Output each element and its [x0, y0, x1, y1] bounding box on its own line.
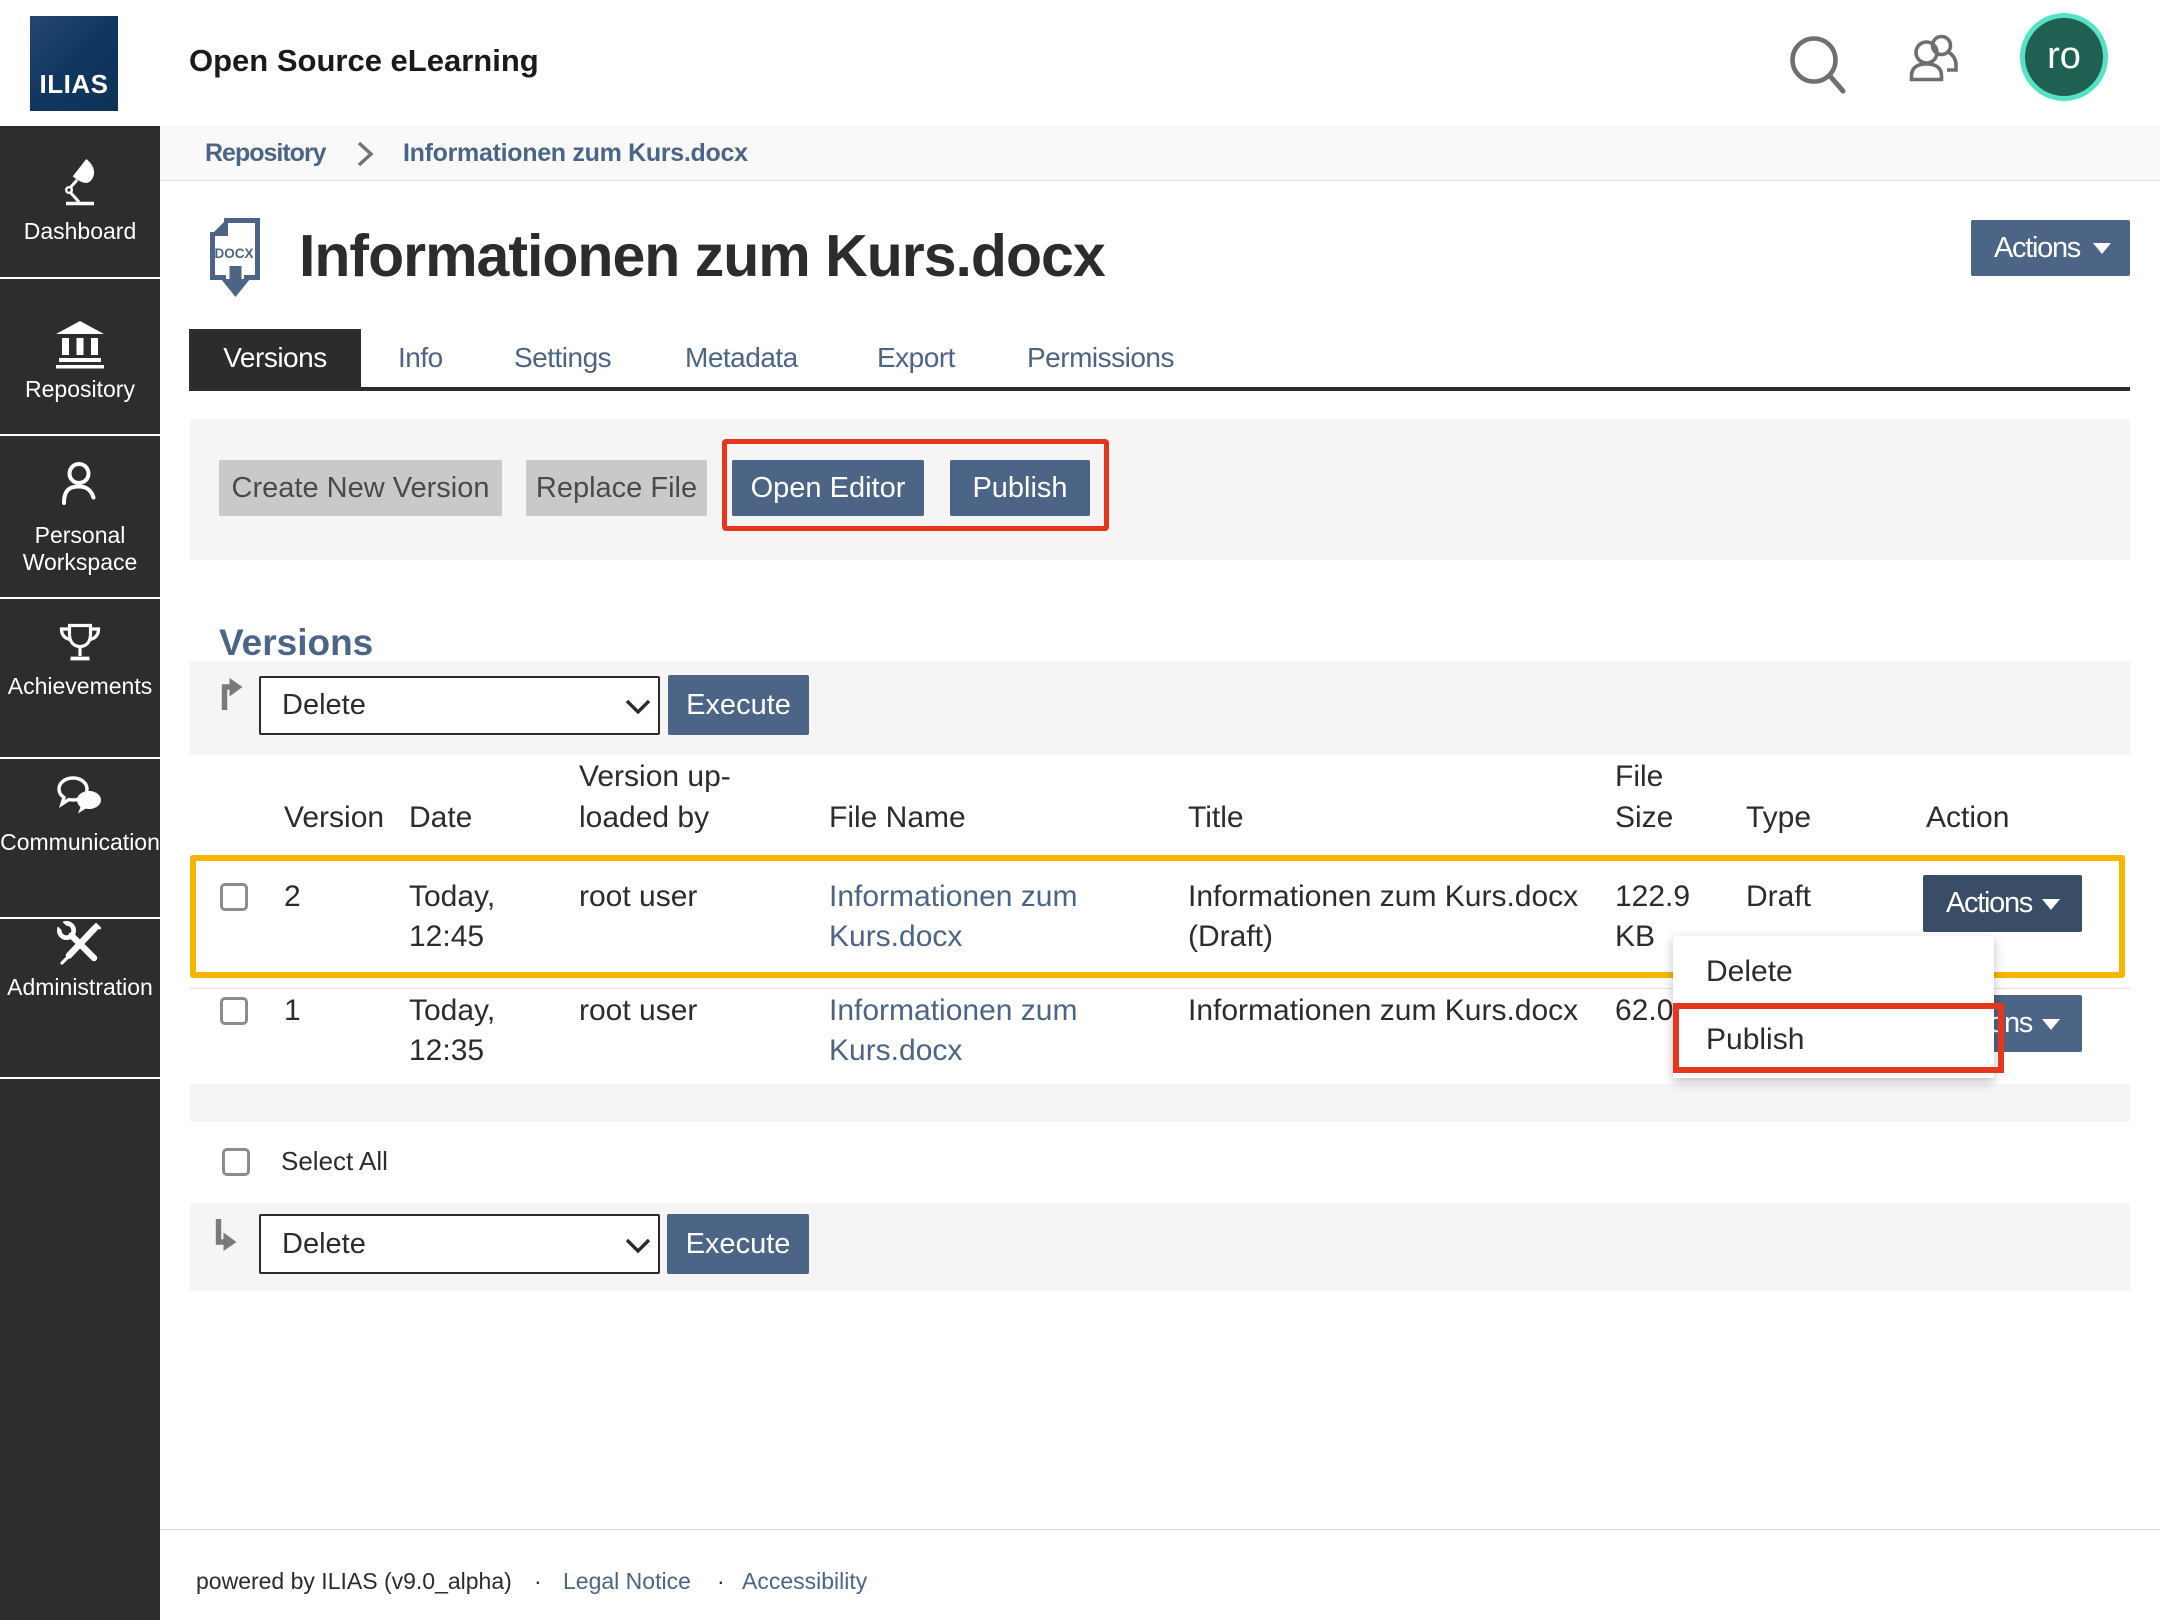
- svg-text:DOCX: DOCX: [214, 246, 253, 261]
